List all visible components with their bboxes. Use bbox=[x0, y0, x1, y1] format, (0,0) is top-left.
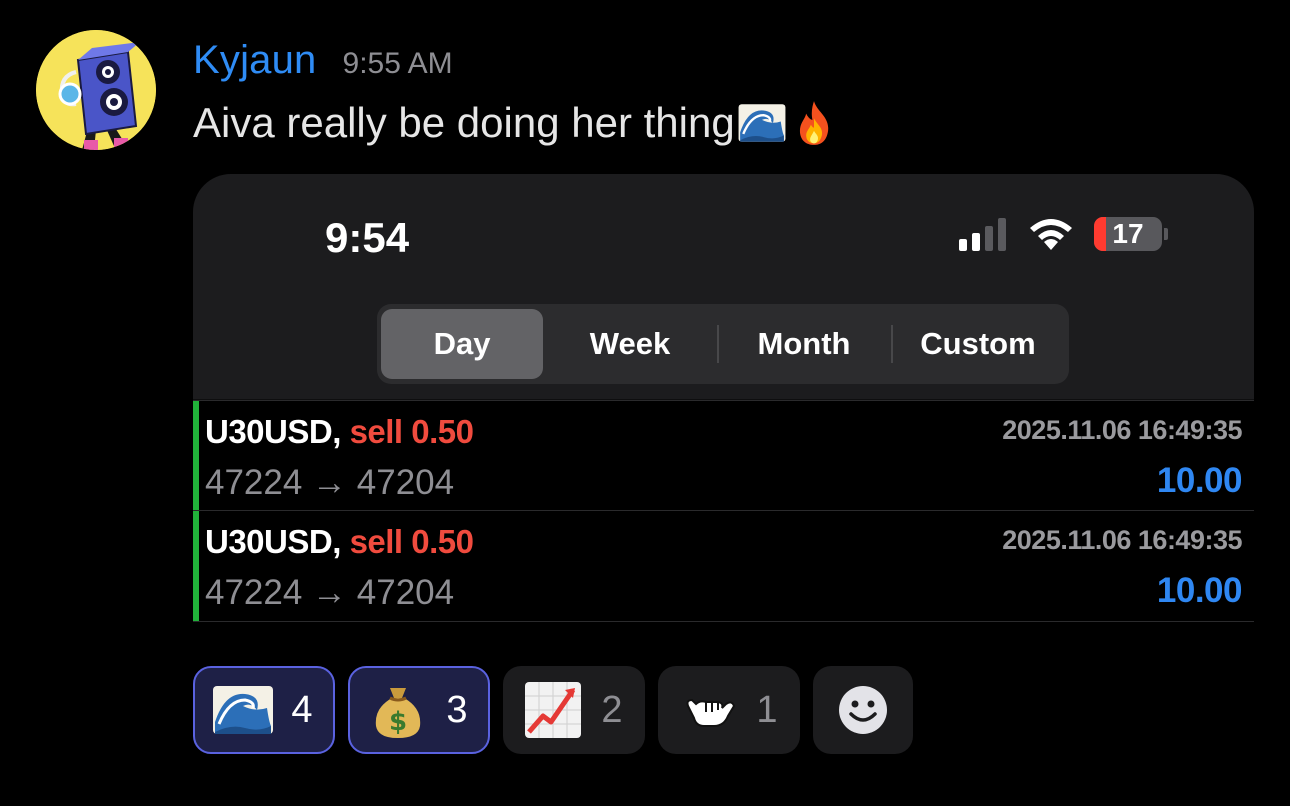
message-header: Kyjaun 9:55 AM bbox=[193, 38, 453, 90]
trade-accent-bar bbox=[193, 511, 199, 621]
segment-week[interactable]: Week bbox=[543, 309, 717, 379]
trade-row[interactable]: U30USD, sell 0.50 47224 → 47204 2025.11.… bbox=[193, 400, 1254, 511]
reaction-count: 4 bbox=[291, 688, 313, 731]
message-text: Aiva really be doing her thing bbox=[193, 98, 839, 148]
trade-prices: 47224 → 47204 bbox=[205, 463, 455, 502]
trade-symbol: U30USD, sell 0.50 bbox=[205, 413, 474, 451]
water-wave-emoji-icon bbox=[737, 98, 787, 148]
trade-symbol: U30USD, sell 0.50 bbox=[205, 523, 474, 561]
trade-accent-bar bbox=[193, 401, 199, 511]
reaction-water-wave[interactable]: 4 bbox=[193, 666, 335, 754]
trade-side: sell 0.50 bbox=[349, 413, 474, 450]
period-segmented-control: Day Week Month Custom bbox=[377, 304, 1069, 384]
chat-message: Kyjaun 9:55 AM Aiva really be doing her … bbox=[0, 0, 1290, 806]
username[interactable]: Kyjaun bbox=[193, 38, 317, 83]
message-timestamp: 9:55 AM bbox=[342, 47, 453, 80]
add-reaction-button[interactable] bbox=[813, 666, 913, 754]
message-text-content: Aiva really be doing her thing bbox=[193, 99, 735, 146]
screenshot-attachment[interactable]: 9:54 17 Day Week Month Custom U30USD, se… bbox=[193, 174, 1254, 646]
reaction-count: 3 bbox=[446, 688, 468, 731]
wifi-icon bbox=[1030, 219, 1072, 250]
trade-time: 2025.11.06 16:49:35 bbox=[1002, 525, 1242, 555]
trade-profit: 10.00 bbox=[1156, 461, 1243, 500]
reaction-chart-increasing[interactable]: 2 bbox=[503, 666, 645, 754]
status-bar-time: 9:54 bbox=[325, 214, 410, 261]
money-bag-emoji-icon: $ bbox=[366, 678, 430, 742]
trade-time: 2025.11.06 16:49:35 bbox=[1002, 415, 1242, 445]
add-reaction-smiley-icon bbox=[837, 684, 889, 736]
reaction-count: 2 bbox=[601, 688, 623, 731]
trade-symbol-text: U30USD, bbox=[205, 413, 341, 450]
fire-emoji-icon bbox=[789, 98, 839, 148]
segment-month[interactable]: Month bbox=[717, 309, 891, 379]
reaction-count: 1 bbox=[756, 688, 778, 731]
trade-side: sell 0.50 bbox=[349, 523, 474, 560]
svg-text:$: $ bbox=[389, 707, 407, 737]
reaction-money-bag[interactable]: $ 3 bbox=[348, 666, 490, 754]
battery-level: 17 bbox=[1112, 218, 1144, 249]
status-bar-icons: 17 bbox=[959, 216, 1168, 252]
reactions-bar: 4 $ 3 2 1 bbox=[193, 666, 913, 754]
trade-profit: 10.00 bbox=[1156, 571, 1243, 610]
trade-symbol-text: U30USD, bbox=[205, 523, 341, 560]
cellular-signal-icon bbox=[959, 217, 1006, 251]
trade-prices: 47224 → 47204 bbox=[205, 573, 455, 612]
segment-custom[interactable]: Custom bbox=[891, 309, 1065, 379]
shaka-hand-emoji-icon bbox=[676, 678, 740, 742]
segment-day[interactable]: Day bbox=[381, 309, 543, 379]
avatar[interactable] bbox=[36, 30, 156, 150]
reaction-shaka[interactable]: 1 bbox=[658, 666, 800, 754]
water-wave-emoji-icon bbox=[211, 678, 275, 742]
trade-row[interactable]: U30USD, sell 0.50 47224 → 47204 2025.11.… bbox=[193, 510, 1254, 622]
battery-icon: 17 bbox=[1094, 217, 1168, 251]
chart-increasing-emoji-icon bbox=[521, 678, 585, 742]
